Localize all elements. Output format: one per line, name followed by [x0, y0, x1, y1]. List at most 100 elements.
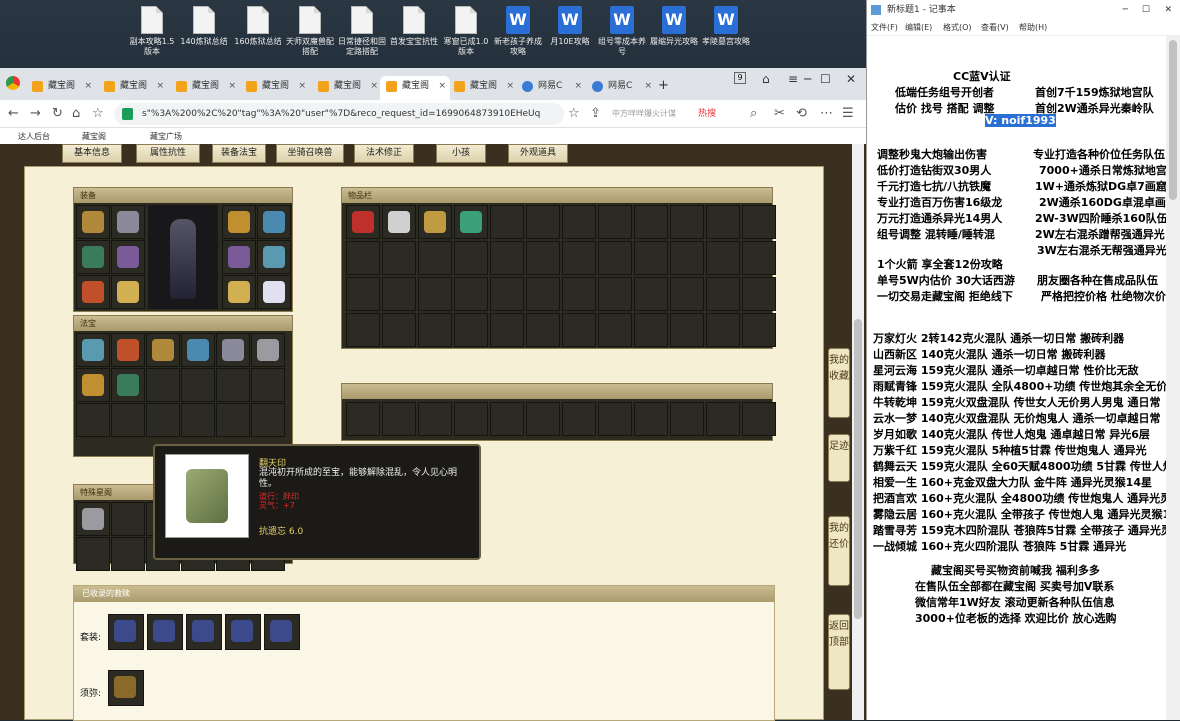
- item-slot[interactable]: [526, 402, 560, 436]
- item-slot[interactable]: [346, 313, 380, 347]
- desktop-icon[interactable]: W 组号零成本养号: [596, 6, 648, 57]
- item-slot[interactable]: [742, 205, 776, 239]
- item-slot[interactable]: [76, 240, 110, 274]
- item-slot[interactable]: [76, 205, 110, 239]
- tab-close-icon[interactable]: ×: [84, 76, 92, 96]
- collected-slot[interactable]: [186, 614, 222, 650]
- item-slot[interactable]: [562, 277, 596, 311]
- share-icon[interactable]: ⇪: [590, 106, 601, 121]
- game-tab[interactable]: 装备法宝: [212, 144, 266, 163]
- item-slot[interactable]: [111, 205, 145, 239]
- item-slot[interactable]: [490, 277, 524, 311]
- notepad-menu-item[interactable]: 帮助(H): [1019, 20, 1047, 36]
- side-button[interactable]: 返回顶部: [828, 614, 850, 690]
- minimize-button[interactable]: ─: [804, 72, 811, 86]
- search-box[interactable]: 中方咩咩爆火计谋: [612, 104, 736, 124]
- maximize-button[interactable]: ☐: [820, 72, 831, 86]
- item-slot[interactable]: [598, 241, 632, 275]
- notepad-menu-item[interactable]: 查看(V): [981, 20, 1009, 36]
- tab-close-icon[interactable]: ×: [574, 76, 582, 96]
- item-slot[interactable]: [76, 333, 110, 367]
- desktop-icon[interactable]: 副本攻略1.5版本: [126, 6, 178, 57]
- tab-close-icon[interactable]: ×: [156, 76, 164, 96]
- item-slot[interactable]: [346, 241, 380, 275]
- item-slot[interactable]: [257, 240, 291, 274]
- item-slot[interactable]: [454, 402, 488, 436]
- tab-close-icon[interactable]: ×: [506, 76, 514, 96]
- item-slot[interactable]: [670, 277, 704, 311]
- item-slot[interactable]: [562, 313, 596, 347]
- item-slot[interactable]: [526, 241, 560, 275]
- item-slot[interactable]: [251, 333, 285, 367]
- item-slot[interactable]: [634, 313, 668, 347]
- item-slot[interactable]: [706, 277, 740, 311]
- history-icon[interactable]: ⟲: [796, 106, 807, 121]
- item-slot[interactable]: [222, 275, 256, 309]
- browser-tab[interactable]: 网易C ×: [586, 76, 656, 100]
- notepad-close[interactable]: ✕: [1164, 0, 1172, 20]
- back-icon[interactable]: ←: [8, 106, 19, 121]
- item-slot[interactable]: [598, 402, 632, 436]
- star-icon[interactable]: ☆: [92, 106, 104, 121]
- url-field[interactable]: s"%3A%200%2C%20"tag"%3A%20"user"%7D&reco…: [114, 103, 564, 125]
- menu-icon[interactable]: ≡: [788, 72, 798, 86]
- item-slot[interactable]: [111, 275, 145, 309]
- item-slot[interactable]: [146, 368, 180, 402]
- item-slot[interactable]: [490, 402, 524, 436]
- item-slot[interactable]: [76, 502, 110, 536]
- browser-tab[interactable]: 藏宝阁 ×: [240, 76, 310, 100]
- side-button[interactable]: 我的还价: [828, 516, 850, 586]
- desktop-icon[interactable]: 日常捷径和固定路搭配: [336, 6, 388, 57]
- item-slot[interactable]: [742, 277, 776, 311]
- item-slot[interactable]: [257, 205, 291, 239]
- item-slot[interactable]: [181, 403, 215, 437]
- item-slot[interactable]: [346, 277, 380, 311]
- item-slot[interactable]: [670, 402, 704, 436]
- item-slot[interactable]: [598, 313, 632, 347]
- item-slot[interactable]: [490, 241, 524, 275]
- browser-tab[interactable]: 藏宝阁 ×: [26, 76, 96, 100]
- desktop-icon[interactable]: 140炼狱总结: [178, 6, 230, 47]
- item-slot[interactable]: [346, 205, 380, 239]
- collected-slot[interactable]: [147, 614, 183, 650]
- item-slot[interactable]: [111, 537, 145, 571]
- notepad-menu-item[interactable]: 文件(F): [871, 20, 898, 36]
- collected-slot[interactable]: [264, 614, 300, 650]
- item-slot[interactable]: [222, 205, 256, 239]
- browser-tab[interactable]: 网易C ×: [516, 76, 586, 100]
- item-slot[interactable]: [418, 241, 452, 275]
- item-slot[interactable]: [562, 402, 596, 436]
- item-slot[interactable]: [181, 368, 215, 402]
- item-slot[interactable]: [216, 333, 250, 367]
- item-slot[interactable]: [111, 368, 145, 402]
- item-slot[interactable]: [490, 205, 524, 239]
- collected-slot[interactable]: [108, 614, 144, 650]
- new-tab-icon[interactable]: +: [658, 78, 669, 93]
- browser-logo-icon[interactable]: [6, 76, 20, 90]
- item-slot[interactable]: [598, 277, 632, 311]
- item-slot[interactable]: [382, 241, 416, 275]
- bookmark-cbg[interactable]: 藏宝阁: [82, 131, 106, 142]
- forward-icon[interactable]: →: [30, 106, 41, 121]
- item-slot[interactable]: [146, 403, 180, 437]
- item-slot[interactable]: [526, 205, 560, 239]
- cut-icon[interactable]: ✂: [774, 106, 785, 121]
- side-button[interactable]: 我的收藏: [828, 348, 850, 418]
- item-slot[interactable]: [76, 275, 110, 309]
- notepad-scrollbar[interactable]: [1166, 36, 1180, 720]
- page-scrollbar[interactable]: [852, 144, 864, 720]
- bookmark-star-icon[interactable]: ☆: [568, 106, 580, 121]
- item-slot[interactable]: [111, 403, 145, 437]
- item-slot[interactable]: [562, 241, 596, 275]
- item-slot[interactable]: [146, 333, 180, 367]
- item-slot[interactable]: [706, 402, 740, 436]
- browser-tab[interactable]: 藏宝阁 ×: [170, 76, 240, 100]
- browser-tab[interactable]: 藏宝阁 ×: [448, 76, 518, 100]
- desktop-icon[interactable]: 天师双魔兽配搭配: [284, 6, 336, 57]
- tab-close-icon[interactable]: ×: [298, 76, 306, 96]
- item-slot[interactable]: [706, 241, 740, 275]
- item-slot[interactable]: [76, 537, 110, 571]
- search-icon[interactable]: ⌕: [750, 106, 757, 121]
- item-slot[interactable]: [111, 502, 145, 536]
- item-slot[interactable]: [706, 313, 740, 347]
